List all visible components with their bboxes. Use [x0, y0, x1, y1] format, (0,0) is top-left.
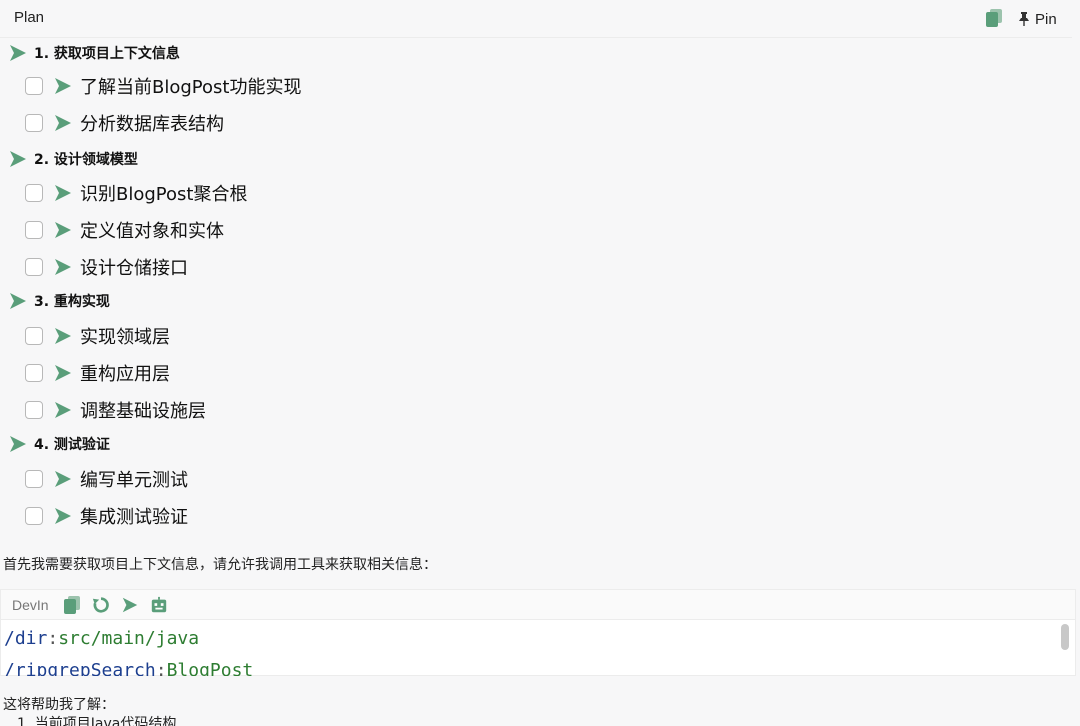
run-task-icon[interactable] [53, 469, 73, 489]
run-section-icon[interactable] [8, 291, 28, 311]
run-section-icon[interactable] [8, 43, 28, 63]
run-task-icon[interactable] [53, 220, 73, 240]
run-task-icon[interactable] [53, 183, 73, 203]
section-title: 4. 测试验证 [34, 437, 110, 453]
run-task-icon[interactable] [53, 400, 73, 420]
devin-label: DevIn [12, 596, 49, 613]
task-label: 集成测试验证 [80, 507, 188, 528]
plan-header: Plan Pin [0, 0, 1072, 38]
plan-task: 分析数据库表结构 [25, 108, 224, 138]
plan-task: 识别BlogPost聚合根 [25, 178, 247, 208]
task-checkbox[interactable] [25, 258, 43, 276]
task-label: 分析数据库表结构 [80, 114, 224, 135]
devin-code-panel: DevIn /dir:src/main/java /ripgrepSearch:… [0, 589, 1076, 676]
refresh-icon[interactable] [92, 595, 110, 615]
task-label: 编写单元测试 [80, 470, 188, 491]
copy-icon[interactable] [63, 595, 81, 615]
task-label: 调整基础设施层 [80, 401, 206, 422]
task-label: 识别BlogPost聚合根 [80, 184, 248, 205]
assistant-message: 首先我需要获取项目上下文信息，请允许我调用工具来获取相关信息： [3, 557, 437, 573]
run-task-icon[interactable] [53, 257, 73, 277]
code-argument: src/main/java [58, 628, 200, 649]
code-scrollbar[interactable] [1061, 624, 1069, 650]
task-checkbox[interactable] [25, 364, 43, 382]
copy-icon[interactable] [985, 8, 1003, 28]
plan-section: 3. 重构实现 [8, 289, 110, 313]
code-command: /ripgrepSearch [4, 660, 156, 676]
devin-toolbar: DevIn [1, 590, 1075, 620]
task-label: 实现领域层 [80, 327, 170, 348]
code-line: /dir:src/main/java [4, 628, 199, 649]
pin-icon [1019, 12, 1029, 26]
followup-list-item: 1. 当前项目Java代码结构 [17, 716, 177, 726]
task-checkbox[interactable] [25, 114, 43, 132]
code-command: /dir [4, 628, 48, 649]
plan-task: 设计仓储接口 [25, 252, 188, 282]
plan-task: 重构应用层 [25, 358, 170, 388]
task-label: 重构应用层 [80, 364, 170, 385]
followup-text: 这将帮助我了解： [3, 697, 115, 713]
task-checkbox[interactable] [25, 327, 43, 345]
pin-button[interactable]: Pin [1019, 9, 1057, 29]
task-checkbox[interactable] [25, 77, 43, 95]
run-task-icon[interactable] [53, 363, 73, 383]
run-task-icon[interactable] [53, 113, 73, 133]
section-title: 2. 设计领域模型 [34, 152, 138, 168]
task-label: 设计仓储接口 [80, 258, 188, 279]
run-task-icon[interactable] [53, 326, 73, 346]
robot-icon[interactable] [150, 595, 168, 615]
code-separator: : [155, 660, 167, 676]
plan-task: 编写单元测试 [25, 464, 188, 494]
task-checkbox[interactable] [25, 221, 43, 239]
plan-task: 实现领域层 [25, 321, 170, 351]
task-label: 了解当前BlogPost功能实现 [80, 77, 302, 98]
code-line: /ripgrepSearch:BlogPost [4, 660, 253, 676]
run-icon[interactable] [121, 595, 139, 615]
plan-section: 2. 设计领域模型 [8, 147, 138, 171]
run-task-icon[interactable] [53, 506, 73, 526]
code-separator: : [47, 628, 59, 649]
section-title: 1. 获取项目上下文信息 [34, 46, 180, 62]
section-title: 3. 重构实现 [34, 294, 110, 310]
plan-task: 集成测试验证 [25, 501, 188, 531]
code-editor[interactable]: /dir:src/main/java /ripgrepSearch:BlogPo… [1, 620, 1075, 676]
plan-task: 调整基础设施层 [25, 395, 206, 425]
run-section-icon[interactable] [8, 434, 28, 454]
code-argument: BlogPost [166, 660, 254, 676]
run-section-icon[interactable] [8, 149, 28, 169]
pin-label: Pin [1035, 10, 1057, 28]
plan-task: 定义值对象和实体 [25, 215, 224, 245]
plan-task: 了解当前BlogPost功能实现 [25, 71, 301, 101]
plan-section: 1. 获取项目上下文信息 [8, 41, 180, 65]
header-title: Plan [14, 9, 45, 26]
task-label: 定义值对象和实体 [80, 221, 224, 242]
run-task-icon[interactable] [53, 76, 73, 96]
task-checkbox[interactable] [25, 470, 43, 488]
task-checkbox[interactable] [25, 507, 43, 525]
task-checkbox[interactable] [25, 401, 43, 419]
plan-section: 4. 测试验证 [8, 432, 110, 456]
task-checkbox[interactable] [25, 184, 43, 202]
